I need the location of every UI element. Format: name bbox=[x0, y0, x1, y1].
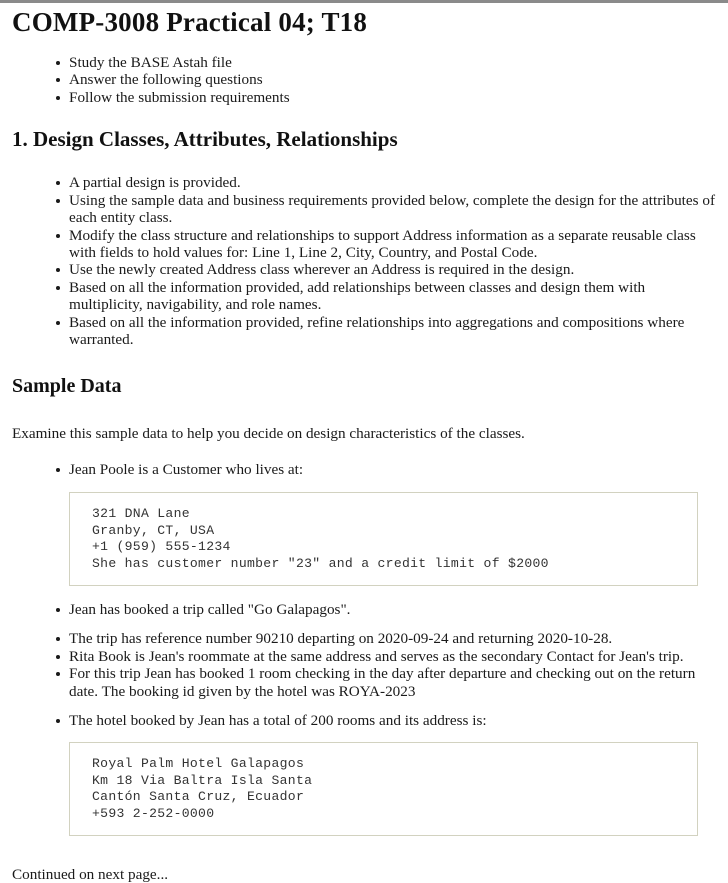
section1-bullet-list: A partial design is provided. Using the … bbox=[12, 174, 716, 348]
section-heading-sample-data: Sample Data bbox=[12, 374, 122, 397]
list-item: Jean Poole is a Customer who lives at: bbox=[56, 461, 716, 478]
hotel-bullet-list: The hotel booked by Jean has a total of … bbox=[12, 712, 716, 729]
list-item: Based on all the information provided, r… bbox=[56, 314, 716, 349]
intro-bullet-list: Study the BASE Astah file Answer the fol… bbox=[12, 54, 716, 106]
list-item: Based on all the information provided, a… bbox=[56, 279, 716, 314]
list-item: The hotel booked by Jean has a total of … bbox=[56, 712, 716, 729]
list-item: Follow the submission requirements bbox=[56, 89, 716, 106]
sample-data-intro: Examine this sample data to help you dec… bbox=[12, 424, 525, 442]
page-top-rule bbox=[0, 0, 728, 3]
trip-bullet-list: Jean has booked a trip called "Go Galapa… bbox=[12, 601, 716, 618]
list-item: Using the sample data and business requi… bbox=[56, 192, 716, 227]
section-heading-design-classes: 1. Design Classes, Attributes, Relations… bbox=[12, 127, 398, 152]
list-item: Answer the following questions bbox=[56, 71, 716, 88]
list-item: Rita Book is Jean's roommate at the same… bbox=[56, 648, 716, 665]
document-page: COMP-3008 Practical 04; T18 Study the BA… bbox=[0, 7, 728, 883]
list-item: The trip has reference number 90210 depa… bbox=[56, 630, 716, 647]
hotel-address-code-block: Royal Palm Hotel Galapagos Km 18 Via Bal… bbox=[69, 742, 698, 837]
customer-bullet-list: Jean Poole is a Customer who lives at: bbox=[12, 461, 716, 478]
customer-address-code-block: 321 DNA Lane Granby, CT, USA +1 (959) 55… bbox=[69, 492, 698, 586]
page-title: COMP-3008 Practical 04; T18 bbox=[12, 7, 368, 37]
trip-detail-bullet-list: The trip has reference number 90210 depa… bbox=[12, 630, 716, 700]
continued-note: Continued on next page... bbox=[12, 866, 169, 883]
list-item: Use the newly created Address class wher… bbox=[56, 261, 716, 278]
list-item: Study the BASE Astah file bbox=[56, 54, 716, 71]
list-item: A partial design is provided. bbox=[56, 174, 716, 191]
list-item: Jean has booked a trip called "Go Galapa… bbox=[56, 601, 716, 618]
list-item: Modify the class structure and relations… bbox=[56, 227, 716, 262]
list-item: For this trip Jean has booked 1 room che… bbox=[56, 665, 716, 700]
